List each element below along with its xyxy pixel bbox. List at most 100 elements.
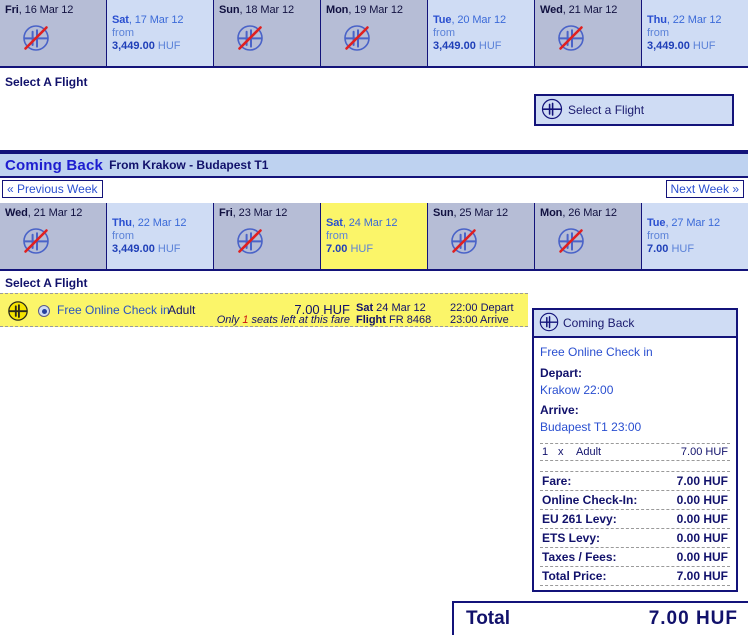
no-flight-icon <box>237 228 263 254</box>
calendar-day-date: Sun, 18 Mar 12 <box>219 4 315 17</box>
calendar-from-label: from <box>112 230 134 242</box>
price-breakdown-table: Fare: 7.00 HUF Online Check-In: 0.00 HUF EU … <box>540 471 730 586</box>
price-label: ETS Levy: <box>542 531 601 545</box>
grand-total-label: Total <box>466 608 510 629</box>
price-value: 7.00 HUF <box>676 569 728 583</box>
price-label: Taxes / Fees: <box>542 550 617 564</box>
calendar-day-weekday: Mon <box>540 207 563 219</box>
calendar-day-weekday: Wed <box>5 207 28 219</box>
calendar-day-cell[interactable]: Sat, 24 Mar 12 from 7.00 HUF <box>321 203 428 269</box>
price-breakdown-row: EU 261 Levy: 0.00 HUF <box>540 510 730 529</box>
summary-title: Coming Back <box>563 316 635 330</box>
no-flight-icon <box>558 25 584 51</box>
coming-back-title: Coming Back <box>5 156 104 174</box>
price-label: Online Check-In: <box>542 493 638 507</box>
select-a-flight-button[interactable]: Select a Flight <box>534 94 734 126</box>
no-flight-icon <box>558 228 584 254</box>
calendar-day-date: Fri, 23 Mar 12 <box>219 207 315 220</box>
calendar-day-cell[interactable]: Tue, 20 Mar 12 from 3,449.00 HUF <box>428 0 535 66</box>
calendar-day-datetext: , 26 Mar 12 <box>562 207 617 219</box>
price-breakdown-row: Fare: 7.00 HUF <box>540 471 730 491</box>
calendar-day-datetext: , 20 Mar 12 <box>451 14 506 26</box>
return-calendar-strip: Wed, 21 Mar 12 Thu, 22 Mar 12 from 3,449.00… <box>0 203 748 271</box>
price-value: 0.00 HUF <box>676 550 728 564</box>
calendar-day-datetext: , 18 Mar 12 <box>239 4 295 16</box>
week-navigation: « Previous Week Next Week » <box>0 178 748 203</box>
airplane-circle-icon <box>540 97 564 124</box>
passenger-row: 1 x Adult 7.00 HUF <box>540 444 730 461</box>
calendar-price: 3,449.00 HUF <box>112 40 181 52</box>
calendar-day-cell: Mon, 19 Mar 12 <box>321 0 428 66</box>
calendar-day-weekday: Tue <box>433 14 452 26</box>
grand-total-value: 7.00 HUF <box>648 608 738 629</box>
no-flight-icon <box>451 228 477 254</box>
calendar-day-date: Mon, 26 Mar 12 <box>540 207 636 220</box>
calendar-day-weekday: Mon <box>326 4 349 16</box>
calendar-day-date: Sat, 24 Mar 12 <box>326 217 422 230</box>
price-breakdown-row: Online Check-In: 0.00 HUF <box>540 491 730 510</box>
calendar-day-cell[interactable]: Sat, 17 Mar 12 from 3,449.00 HUF <box>107 0 214 66</box>
seats-left-notice: Only 1 seats left at this fare <box>216 314 350 326</box>
outbound-select-flight-band: Select A Flight Select a Flight <box>0 68 748 152</box>
summary-header: Coming Back <box>534 310 736 338</box>
calendar-day-weekday: Thu <box>647 14 667 26</box>
summary-body: Free Online Check in Depart: Krakow 22:0… <box>534 338 736 590</box>
calendar-from-label: from <box>433 27 455 39</box>
calendar-day-date: Tue, 27 Mar 12 <box>647 217 743 230</box>
calendar-day-datetext: , 16 Mar 12 <box>18 4 74 16</box>
fare-depart-date: Sat 24 Mar 12 <box>356 302 426 314</box>
calendar-day-weekday: Sun <box>433 207 454 219</box>
calendar-day-weekday: Sun <box>219 4 240 16</box>
calendar-day-datetext: , 27 Mar 12 <box>665 217 720 229</box>
price-value: 0.00 HUF <box>676 512 728 526</box>
calendar-day-date: Thu, 22 Mar 12 <box>112 217 208 230</box>
calendar-day-cell: Sun, 25 Mar 12 <box>428 203 535 269</box>
passenger-table: 1 x Adult 7.00 HUF <box>540 443 730 461</box>
previous-week-button[interactable]: « Previous Week <box>2 180 103 198</box>
calendar-day-datetext: , 23 Mar 12 <box>232 207 288 219</box>
calendar-day-cell: Wed, 21 Mar 12 <box>535 0 642 66</box>
calendar-day-date: Wed, 21 Mar 12 <box>540 4 636 17</box>
calendar-price: 7.00 HUF <box>326 243 374 255</box>
calendar-day-date: Thu, 22 Mar 12 <box>647 14 743 27</box>
fare-depart-time: 22:00 Depart <box>450 302 514 314</box>
fare-radio-button[interactable] <box>38 305 50 317</box>
summary-fare-type: Free Online Check in <box>540 345 653 359</box>
calendar-day-cell[interactable]: Thu, 22 Mar 12 from 3,449.00 HUF <box>642 0 748 66</box>
no-flight-icon <box>23 25 49 51</box>
grand-total-bar: Total 7.00 HUF <box>452 601 748 635</box>
calendar-day-cell[interactable]: Tue, 27 Mar 12 from 7.00 HUF <box>642 203 748 269</box>
calendar-from-label: from <box>647 27 669 39</box>
outbound-select-a-flight-title: Select A Flight <box>5 75 88 89</box>
calendar-day-date: Fri, 16 Mar 12 <box>5 4 101 17</box>
calendar-from-label: from <box>326 230 348 242</box>
calendar-day-weekday: Thu <box>112 217 132 229</box>
price-breakdown-row: Taxes / Fees: 0.00 HUF <box>540 548 730 567</box>
return-select-a-flight-title: Select A Flight <box>5 276 88 290</box>
calendar-day-cell[interactable]: Thu, 22 Mar 12 from 3,449.00 HUF <box>107 203 214 269</box>
price-label: Fare: <box>542 474 572 488</box>
calendar-day-datetext: , 22 Mar 12 <box>666 14 722 26</box>
calendar-from-label: from <box>647 230 669 242</box>
price-value: 0.00 HUF <box>676 531 728 545</box>
price-label: Total Price: <box>542 569 607 583</box>
select-a-flight-label: Select a Flight <box>568 103 645 117</box>
calendar-day-datetext: , 22 Mar 12 <box>131 217 187 229</box>
calendar-day-cell: Fri, 23 Mar 12 <box>214 203 321 269</box>
price-breakdown-row: ETS Levy: 0.00 HUF <box>540 529 730 548</box>
pax-amount: 7.00 HUF <box>680 446 728 458</box>
price-value: 7.00 HUF <box>676 474 728 488</box>
calendar-price: 3,449.00 HUF <box>433 40 502 52</box>
summary-depart-label: Depart: <box>540 366 583 380</box>
fare-flight-number: Flight FR 8468 <box>356 314 432 326</box>
calendar-day-weekday: Tue <box>647 217 666 229</box>
calendar-price: 3,449.00 HUF <box>112 243 181 255</box>
calendar-day-datetext: , 17 Mar 12 <box>128 14 184 26</box>
next-week-button[interactable]: Next Week » <box>665 180 744 198</box>
no-flight-icon <box>237 25 263 51</box>
pax-type: Adult <box>576 446 602 458</box>
yellow-airplane-icon <box>7 300 29 325</box>
price-label: EU 261 Levy: <box>542 512 617 526</box>
coming-back-route: From Krakow - Budapest T1 <box>109 158 269 172</box>
fare-option-row[interactable]: Free Online Check in Adult 7.00 HUF Only… <box>0 293 528 327</box>
